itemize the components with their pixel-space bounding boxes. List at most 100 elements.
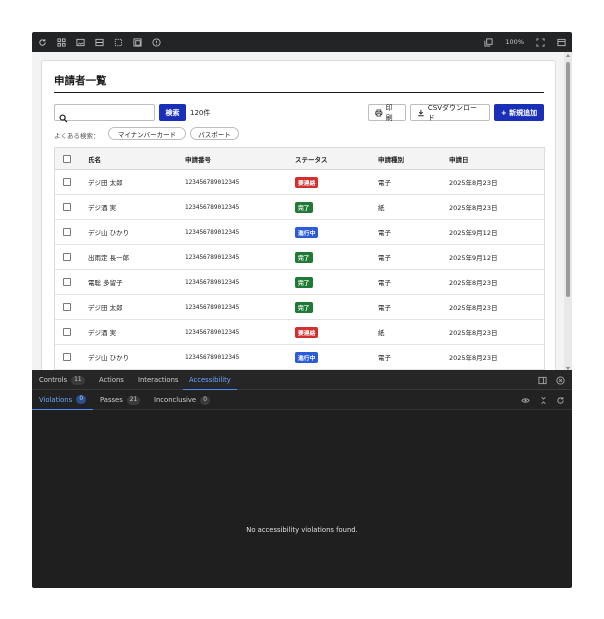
tab-controls[interactable]: Controls 11 [39,370,85,390]
title-divider [54,92,544,93]
cell-number: 123456789012345 [185,178,240,186]
frame-icon[interactable] [114,38,123,47]
row-checkbox[interactable] [63,203,71,211]
cell-name: 出雨定 長一郎 [88,254,130,262]
violations-count: 0 [76,395,87,404]
outline-icon[interactable] [133,37,142,47]
sidebar-icon[interactable] [557,38,566,47]
table-row[interactable]: 電聡 多留子 123456789012345 完了 電子 2025年8月23日 [55,270,544,295]
inconclusive-count: 0 [200,395,211,405]
refresh-icon[interactable] [38,38,47,47]
select-all-checkbox[interactable] [63,154,71,163]
search-input[interactable] [71,106,151,119]
search-icon [59,108,68,123]
zoom-level[interactable]: 100% [505,38,524,46]
scroll-up-arrow[interactable] [566,54,570,57]
table-row[interactable]: デジ田 太郎 123456789012345 要連絡 電子 2025年8月23日 [55,170,544,195]
cell-date: 2025年8月23日 [449,329,498,337]
cell-number: 123456789012345 [185,203,240,211]
status-badge: 進行中 [295,351,319,363]
ruler-icon[interactable] [152,37,161,47]
scroll-thumb[interactable] [566,62,570,297]
table-body: デジ田 太郎 123456789012345 要連絡 電子 2025年8月23日 デジ酒 … [55,170,544,370]
frequent-chip-mynumber[interactable]: マイナンバーカード [108,127,186,140]
print-button[interactable]: 印刷 [368,103,406,122]
csv-download-button[interactable]: CSVダウンロード [410,104,490,122]
header-type[interactable]: 申請種別 [378,148,404,169]
tab-actions[interactable]: Actions [99,370,124,390]
cell-name: デジ酒 実 [88,204,117,212]
cell-date: 2025年8月23日 [449,179,498,187]
status-badge: 完了 [295,276,313,288]
table-row[interactable]: デジ酒 実 123456789012345 要連絡 紙 2025年8月23日 [55,320,544,345]
row-checkbox[interactable] [63,303,71,311]
cell-status: 完了 [295,270,313,294]
cell-status: 完了 [295,195,313,219]
cell-type: 紙 [378,329,385,337]
header-status[interactable]: ステータス [295,148,328,169]
copy-icon[interactable] [484,37,493,47]
panel-icon[interactable] [95,38,104,47]
image-icon[interactable] [76,38,85,47]
table-row[interactable]: デジ山 ひかり 123456789012345 進行中 電子 2025年9月12日 [55,220,544,245]
subtab-passes[interactable]: Passes 21 [100,390,141,410]
frequent-chip-passport[interactable]: パスポート [190,127,239,140]
cell-type: 電子 [378,279,391,287]
header-number[interactable]: 申請番号 [185,148,211,169]
add-new-button[interactable]: + 新規追加 [494,104,544,121]
table-row[interactable]: 出雨定 長一郎 123456789012345 完了 電子 2025年9月12日 [55,245,544,270]
tab-interactions[interactable]: Interactions [138,370,178,390]
cell-type: 電子 [378,354,391,362]
cell-number: 123456789012345 [185,328,240,336]
cell-type: 紙 [378,204,385,212]
cell-status: 進行中 [295,345,319,369]
cell-number: 123456789012345 [185,303,240,311]
status-badge: 進行中 [295,226,319,238]
addons-panel: Controls 11 Actions Interactions Accessi… [32,370,572,588]
header-name[interactable]: 氏名 [88,148,101,169]
collapse-icon[interactable] [539,396,548,405]
subtab-inconclusive[interactable]: Inconclusive 0 [154,390,211,410]
cell-name: デジ山 ひかり [88,229,130,237]
row-checkbox[interactable] [63,353,71,361]
cell-name: デジ山 ひかり [88,354,130,362]
status-badge: 要連絡 [295,176,319,188]
status-badge: 要連絡 [295,326,319,338]
cell-number: 123456789012345 [185,228,240,236]
row-checkbox[interactable] [63,278,71,286]
row-checkbox[interactable] [63,178,71,186]
cell-name: デジ酒 実 [88,329,117,337]
eye-icon[interactable] [521,396,530,405]
cell-type: 電子 [378,304,391,312]
search-field[interactable] [54,104,155,123]
close-panel-icon[interactable] [556,376,565,385]
print-label: 印刷 [385,103,393,122]
download-icon [418,109,424,116]
controls-count: 11 [71,375,85,385]
row-checkbox[interactable] [63,328,71,336]
grid-icon[interactable] [57,37,66,47]
row-checkbox[interactable] [63,228,71,236]
print-icon [375,109,383,116]
tab-accessibility[interactable]: Accessibility [183,370,237,390]
cell-status: 進行中 [295,220,319,244]
cell-name: デジ田 太郎 [88,179,123,187]
status-badge: 完了 [295,301,313,313]
passes-count: 21 [126,395,141,405]
panel-position-icon[interactable] [538,376,547,385]
accessibility-subtab-bar: Violations 0 Passes 21 Inconclusive 0 [32,390,572,410]
search-button[interactable]: 検索 [159,104,186,121]
fullscreen-icon[interactable] [536,37,545,47]
subtab-violations[interactable]: Violations 0 [32,390,94,410]
table-row[interactable]: デジ田 太郎 123456789012345 完了 電子 2025年8月23日 [55,295,544,320]
table-row[interactable]: デジ山 ひかり 123456789012345 進行中 電子 2025年8月23日 [55,345,544,370]
status-badge: 完了 [295,201,313,213]
cell-type: 電子 [378,229,391,237]
row-checkbox[interactable] [63,253,71,261]
cell-number: 123456789012345 [185,353,240,361]
rerun-icon[interactable] [556,396,565,405]
cell-date: 2025年9月12日 [449,254,498,262]
header-date[interactable]: 申請日 [449,148,469,169]
table-row[interactable]: デジ酒 実 123456789012345 完了 紙 2025年8月23日 [55,195,544,220]
storybook-frame: 100% 申請者一覧 検索 120件 印刷 CSVダウンロード + 新規追加 よ… [32,32,572,588]
